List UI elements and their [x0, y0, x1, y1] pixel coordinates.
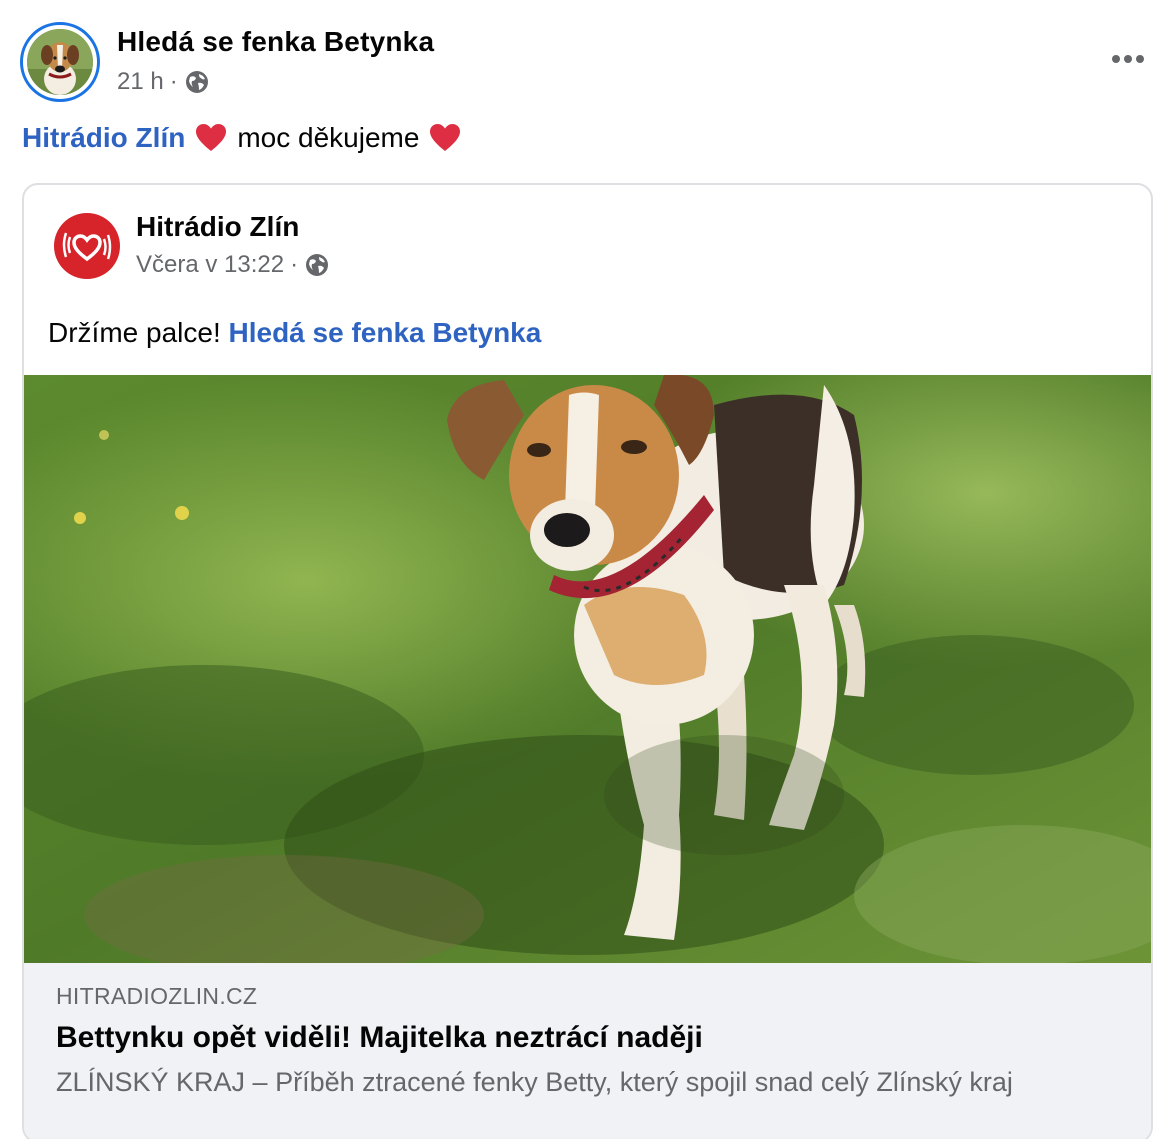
- globe-icon: [304, 252, 330, 278]
- shared-timestamp[interactable]: Včera v 13:22: [136, 251, 284, 279]
- shared-message: Držíme palce! Hledá se fenka Betynka: [48, 317, 541, 349]
- shared-post-header: Hitrádio Zlín Včera v 13:22 ·: [54, 211, 1114, 291]
- dog-avatar-image: [27, 29, 93, 95]
- shared-author-name[interactable]: Hitrádio Zlín: [136, 211, 299, 243]
- post-author-name[interactable]: Hledá se fenka Betynka: [117, 26, 434, 58]
- post-message: Hitrádio Zlín moc děkujeme: [22, 122, 461, 154]
- dog-on-grass-image: [24, 375, 1151, 963]
- red-heart-icon: [429, 123, 461, 153]
- red-heart-icon: [195, 123, 227, 153]
- link-title[interactable]: Bettynku opět viděli! Majitelka neztrácí…: [56, 1021, 703, 1055]
- globe-icon: [184, 69, 210, 95]
- article-image[interactable]: i: [24, 375, 1151, 963]
- mention-link[interactable]: Hledá se fenka Betynka: [229, 317, 542, 348]
- meta-separator: ·: [169, 68, 178, 95]
- shared-post-meta: Včera v 13:22 ·: [136, 251, 330, 279]
- hitradio-logo[interactable]: [54, 213, 120, 279]
- profile-avatar[interactable]: [20, 22, 100, 102]
- shared-post-card[interactable]: Hitrádio Zlín Včera v 13:22 · Držíme pal…: [22, 183, 1153, 1139]
- shared-message-text: Držíme palce!: [48, 317, 221, 348]
- mention-link[interactable]: Hitrádio Zlín: [22, 122, 185, 154]
- link-description: ZLÍNSKÝ KRAJ – Příběh ztracené fenky Bet…: [56, 1067, 1013, 1097]
- post-timestamp[interactable]: 21 h: [117, 68, 164, 96]
- link-domain: HITRADIOZLIN.CZ: [56, 983, 258, 1009]
- meta-separator: ·: [290, 251, 299, 278]
- message-text: moc děkujeme: [237, 122, 420, 153]
- more-options-button[interactable]: [1106, 40, 1150, 80]
- radio-heart-icon: [62, 232, 112, 262]
- link-preview-footer[interactable]: HITRADIOZLIN.CZ Bettynku opět viděli! Ma…: [24, 963, 1151, 1139]
- post-header: Hledá se fenka Betynka 21 h ·: [20, 22, 1150, 106]
- post-meta: 21 h ·: [117, 68, 210, 96]
- more-dots-icon: [1111, 51, 1145, 69]
